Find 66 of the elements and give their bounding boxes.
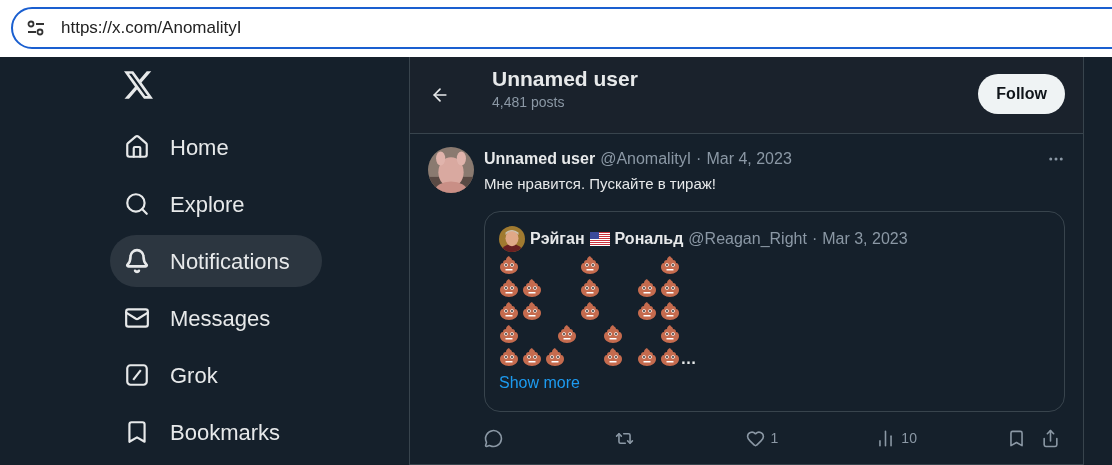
home-icon xyxy=(124,134,150,160)
nav-item[interactable]: Home xyxy=(110,121,261,173)
post-text: Мне нравится. Пускайте в тираж! xyxy=(484,173,717,194)
quoted-date[interactable]: Mar 3, 2023 xyxy=(822,227,908,251)
heart-icon[interactable] xyxy=(745,428,765,448)
reply-icon[interactable] xyxy=(484,428,503,448)
poop-icon xyxy=(522,301,542,321)
poop-icon xyxy=(556,324,577,344)
nav-label: Bookmarks xyxy=(170,418,282,447)
poop-icon xyxy=(522,278,542,298)
poop-icon xyxy=(579,301,600,321)
nav-label: Messages xyxy=(170,304,272,333)
poop-icon xyxy=(637,301,657,321)
nav-item[interactable]: Notifications xyxy=(110,235,322,287)
quoted-handle[interactable]: @Reagan_Right xyxy=(688,227,807,251)
post-date[interactable]: Mar 4, 2023 xyxy=(706,146,792,171)
address-bar[interactable]: https://x.com/AnomalityI xyxy=(11,7,1112,49)
quoted-author-name[interactable]: Рэйган xyxy=(530,227,585,251)
action-count: 10 xyxy=(901,428,917,448)
quoted-post-card[interactable]: Рэйган Рональд @Reagan_Right · Mar 3, 2023 … Show more xyxy=(484,211,1065,412)
quoted-author-name[interactable]: Рональд xyxy=(614,227,684,251)
nav-label: Home xyxy=(170,133,230,162)
poop-icon xyxy=(660,347,680,367)
poop-icon xyxy=(499,278,519,298)
poop-icon xyxy=(522,347,542,367)
poop-icon xyxy=(660,278,680,298)
poop-icon xyxy=(499,324,519,344)
url-text: https://x.com/AnomalityI xyxy=(61,17,242,40)
poop-icon xyxy=(579,278,600,298)
sliders-icon[interactable] xyxy=(27,20,45,36)
bell-icon xyxy=(124,248,150,274)
share-icon[interactable] xyxy=(1041,428,1061,448)
poop-icon xyxy=(602,324,623,344)
ellipsis-text: … xyxy=(680,351,697,367)
action-count: 1 xyxy=(770,428,779,448)
nav-item[interactable]: Messages xyxy=(110,292,303,344)
separator-dot: · xyxy=(696,148,702,169)
poop-icon xyxy=(545,347,565,367)
slash-square-icon xyxy=(124,362,150,388)
author-handle[interactable]: @AnomalityI xyxy=(600,146,692,171)
profile-title: Unnamed user xyxy=(492,66,639,93)
poop-icon xyxy=(499,301,519,321)
flag-icon xyxy=(589,232,610,246)
poop-icon xyxy=(660,255,680,275)
search-icon xyxy=(124,191,150,217)
x-logo-icon[interactable] xyxy=(124,71,154,99)
nav-label: Notifications xyxy=(170,247,291,276)
poop-icon xyxy=(637,278,657,298)
follow-button[interactable]: Follow xyxy=(978,73,1065,114)
nav-item[interactable]: Bookmarks xyxy=(110,406,313,458)
poop-icon xyxy=(602,347,623,367)
poop-icon xyxy=(660,301,680,321)
envelope-icon xyxy=(124,305,150,331)
poop-icon xyxy=(499,255,519,275)
poop-icon xyxy=(579,255,600,275)
post-count: 4,481 posts xyxy=(492,93,566,113)
nav-item[interactable]: Explore xyxy=(110,178,277,230)
nav-item[interactable]: Grok xyxy=(110,349,250,401)
nav-label: Explore xyxy=(170,190,246,219)
author-name[interactable]: Unnamed user xyxy=(484,146,596,171)
nav-label: Grok xyxy=(170,361,219,390)
show-more-link[interactable]: Show more xyxy=(499,371,580,395)
separator-dot: · xyxy=(811,229,818,249)
poop-icon xyxy=(660,324,680,344)
poop-icon xyxy=(637,347,657,367)
poop-icon xyxy=(499,347,519,367)
